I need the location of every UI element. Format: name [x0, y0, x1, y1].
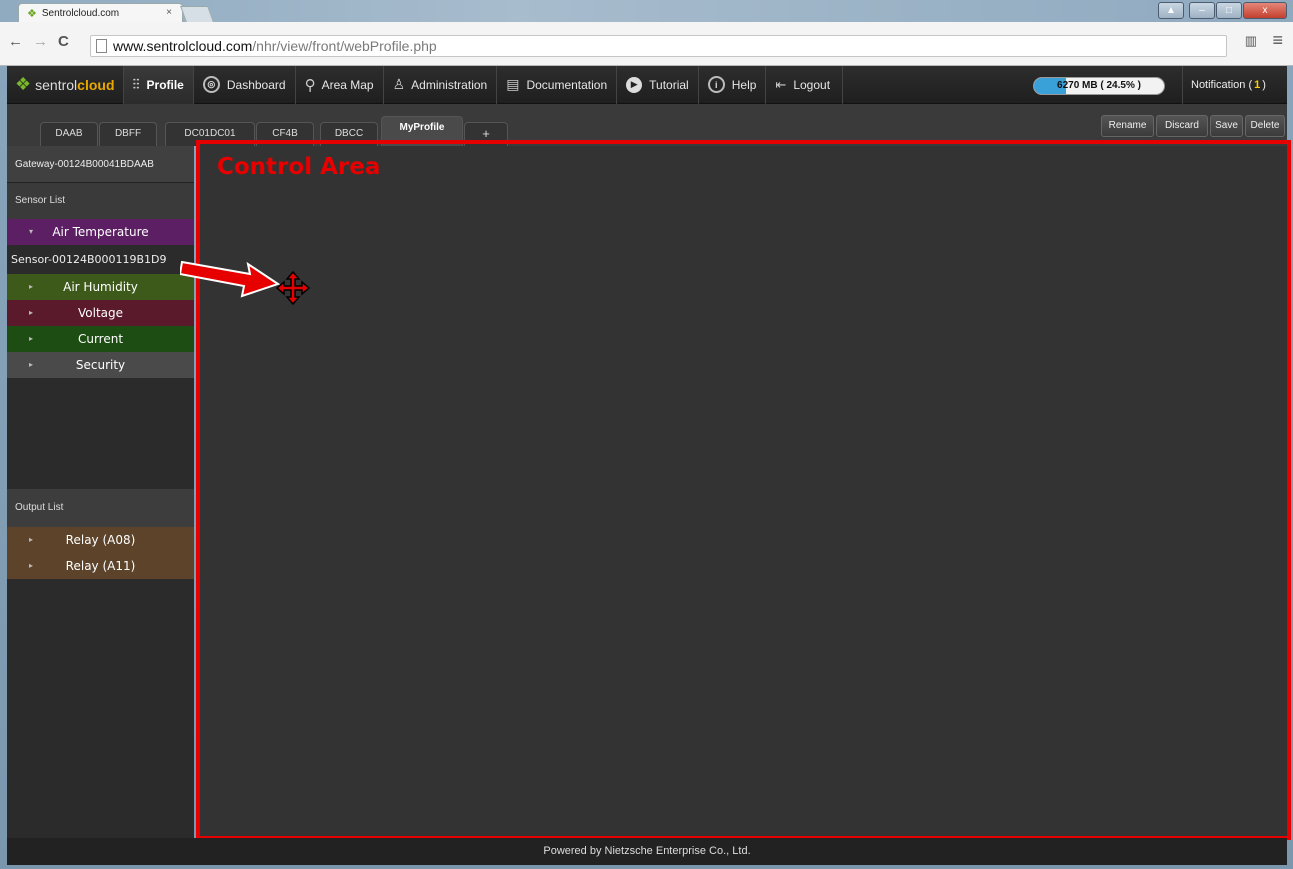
logout-icon: ⇤ [775, 76, 787, 92]
sensor-item-label: Voltage [77, 306, 123, 320]
notification-count: 1 [1254, 79, 1261, 91]
maximize-button[interactable]: □ [1216, 2, 1242, 19]
rename-button[interactable]: Rename [1101, 115, 1154, 137]
expand-arrow-icon: ▸ [29, 282, 34, 291]
notification-label: Notification ( [1191, 79, 1253, 91]
browser-tab-title: Sentrolcloud.com [41, 7, 120, 19]
sentrolcloud-logo-icon: ❖ [15, 74, 32, 94]
user-icon: ♙ [392, 76, 406, 92]
title-bar: ❖ Sentrolcloud.com × ▲ – □ x [0, 0, 1293, 22]
notification-button[interactable]: Notification ( 1 ) [1182, 66, 1266, 104]
output-list-header: Output List [7, 489, 194, 527]
nav-profile[interactable]: ⫶⫶ Profile [123, 65, 194, 104]
sensor-item-voltage[interactable]: ▸ Voltage [7, 300, 194, 326]
page-icon [96, 39, 107, 53]
browser-tab[interactable]: ❖ Sentrolcloud.com × [18, 3, 183, 22]
address-bar-row: ← → C www.sentrolcloud.com/nhr/view/fron… [0, 22, 1293, 66]
nav-logout-label: Logout [793, 77, 831, 92]
forward-button[interactable]: → [33, 33, 48, 50]
expand-arrow-icon: ▸ [29, 334, 34, 343]
sensor-item-current[interactable]: ▸ Current [7, 326, 194, 352]
sensor-item-label: Air Humidity [63, 280, 138, 294]
nav-profile-label: Profile [146, 77, 184, 92]
nav-logout[interactable]: ⇤ Logout [766, 65, 844, 104]
nav-dashboard-label: Dashboard [226, 77, 286, 92]
nav-administration-label: Administration [411, 77, 488, 92]
brand-text-sentrol: sentrol [35, 76, 78, 93]
minimize-button[interactable]: – [1189, 2, 1215, 19]
collapse-arrow-icon: ▾ [29, 227, 34, 236]
notification-label-close: ) [1262, 79, 1266, 91]
reload-button[interactable]: C [58, 33, 69, 50]
nav-documentation-label: Documentation [526, 77, 608, 92]
new-tab-button[interactable] [180, 6, 214, 22]
nav-administration[interactable]: ♙ Administration [384, 65, 498, 104]
save-button[interactable]: Save [1210, 115, 1243, 137]
sentrolcloud-favicon-icon: ❖ [27, 7, 37, 20]
output-item-relay-a11[interactable]: ▸ Relay (A11) [7, 553, 194, 579]
expand-arrow-icon: ▸ [29, 535, 34, 544]
sensor-item-label: Current [77, 332, 124, 346]
sensor-device-item[interactable]: Sensor-00124B000119B1D9 [7, 245, 194, 274]
nav-help[interactable]: i Help [699, 65, 767, 104]
expand-arrow-icon: ▸ [29, 360, 34, 369]
sensor-item-label: Air Temperature [52, 225, 149, 239]
gateway-selector[interactable]: Gateway-00124B00041BDAAB [7, 146, 194, 183]
info-icon: i [707, 76, 725, 93]
delete-button[interactable]: Delete [1245, 115, 1285, 137]
storage-usage-text: 6270 MB ( 24.5% ) [1057, 80, 1141, 91]
url-input[interactable]: www.sentrolcloud.com/nhr/view/front/webP… [90, 35, 1227, 57]
move-cursor-icon [276, 271, 310, 305]
nav-tutorial-label: Tutorial [649, 77, 689, 92]
control-area-annotation-label: Control Area [217, 154, 381, 180]
close-window-button[interactable]: x [1243, 2, 1287, 19]
output-item-label: Relay (A08) [65, 533, 136, 547]
nav-area-map[interactable]: ⚲ Area Map [296, 65, 384, 104]
output-item-relay-a08[interactable]: ▸ Relay (A08) [7, 527, 194, 553]
footer: Powered by Nietzsche Enterprise Co., Ltd… [7, 838, 1287, 865]
nav-dashboard[interactable]: ◎ Dashboard [194, 65, 296, 104]
nav-documentation[interactable]: ▤ Documentation [497, 65, 618, 104]
map-pin-icon: ⚲ [304, 76, 316, 94]
url-path: /nhr/view/front/webProfile.php [252, 38, 437, 54]
storage-usage-bar: 6270 MB ( 24.5% ) [1033, 77, 1165, 95]
app-navbar: ❖ sentrol cloud ⫶⫶ Profile ◎ Dashboard ⚲ … [7, 65, 1287, 104]
sliders-icon: ⫶⫶ [132, 76, 140, 92]
expand-arrow-icon: ▸ [29, 308, 34, 317]
sentrolcloud-logo[interactable]: ❖ sentrol cloud [7, 65, 124, 104]
profile-tab-daab[interactable]: DAAB [40, 122, 98, 146]
browser-window: ❖ Sentrolcloud.com × ▲ – □ x ← → C www.s… [0, 0, 1293, 869]
browser-menu-icon[interactable]: ≡ [1272, 30, 1283, 51]
output-item-label: Relay (A11) [65, 559, 136, 573]
profile-tab-dbff[interactable]: DBFF [99, 122, 157, 146]
sensor-item-security[interactable]: ▸ Security [7, 352, 194, 378]
sensor-item-air-temperature[interactable]: ▾ Air Temperature [7, 219, 194, 245]
document-icon: ▤ [506, 76, 520, 92]
control-area-highlight-frame [196, 140, 1291, 840]
expand-arrow-icon: ▸ [29, 561, 34, 570]
sensor-item-label: Security [75, 358, 126, 372]
sensor-item-air-humidity[interactable]: ▸ Air Humidity [7, 274, 194, 300]
url-host: www.sentrolcloud.com [113, 38, 253, 54]
dashboard-icon: ◎ [202, 76, 220, 93]
nav-area-map-label: Area Map [321, 77, 374, 92]
back-button[interactable]: ← [8, 33, 23, 50]
tab-close-icon[interactable]: × [166, 7, 172, 18]
nav-tutorial[interactable]: ▶ Tutorial [617, 65, 699, 104]
extension-icon[interactable]: ▥ [1245, 33, 1257, 49]
nav-help-label: Help [731, 77, 757, 92]
sensor-list-header: Sensor List [7, 183, 194, 219]
brand-text-cloud: cloud [77, 76, 115, 93]
sidebar: Gateway-00124B00041BDAAB Sensor List ▾ A… [7, 146, 194, 838]
window-controls: ▲ – □ x [1158, 2, 1287, 19]
user-profile-icon[interactable]: ▲ [1158, 2, 1184, 19]
play-icon: ▶ [626, 76, 643, 93]
discard-button[interactable]: Discard [1156, 115, 1208, 137]
